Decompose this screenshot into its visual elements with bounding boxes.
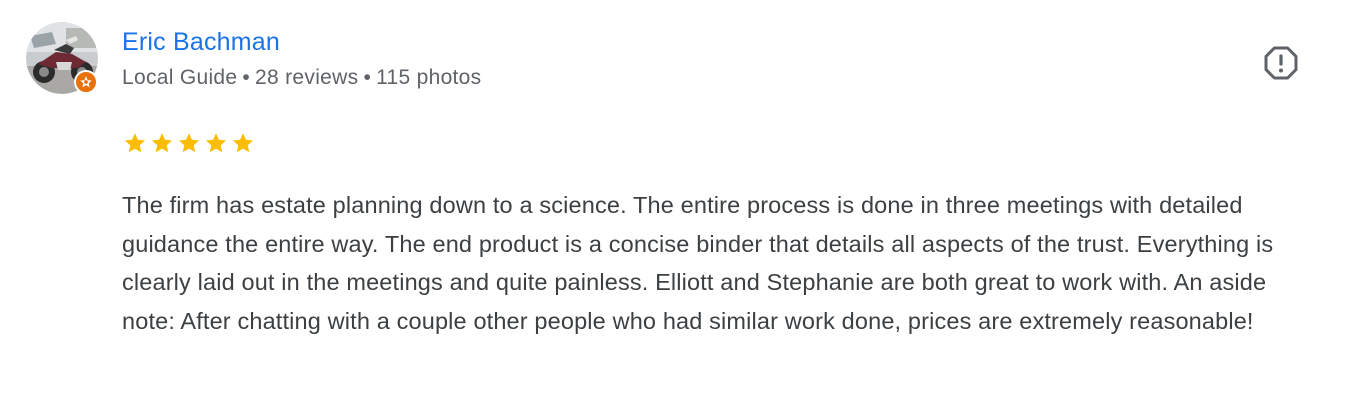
review-text: The firm has estate planning down to a s… <box>122 192 1274 334</box>
report-review-button[interactable] <box>1262 44 1300 82</box>
star-filled-icon <box>124 133 146 153</box>
review-card: Eric Bachman Local Guide • 28 reviews • 115 … <box>0 0 1348 404</box>
avatar[interactable] <box>26 22 98 94</box>
author-review-count: 28 reviews <box>255 66 359 89</box>
star-filled-icon <box>178 133 200 153</box>
author-photo-count: 115 photos <box>376 66 482 89</box>
author-name-link[interactable]: Eric Bachman <box>122 27 280 57</box>
local-guide-star-icon <box>74 70 98 94</box>
star-filled-icon <box>151 133 173 153</box>
star-rating <box>123 131 255 157</box>
star-filled-icon <box>232 133 254 153</box>
meta-separator: • <box>242 66 251 89</box>
author-level: Local Guide <box>122 66 238 89</box>
meta-separator: • <box>363 66 372 89</box>
author-meta: Local Guide • 28 reviews • 115 photos <box>122 64 481 92</box>
report-flag-icon <box>1264 46 1298 80</box>
star-filled-icon <box>205 133 227 153</box>
